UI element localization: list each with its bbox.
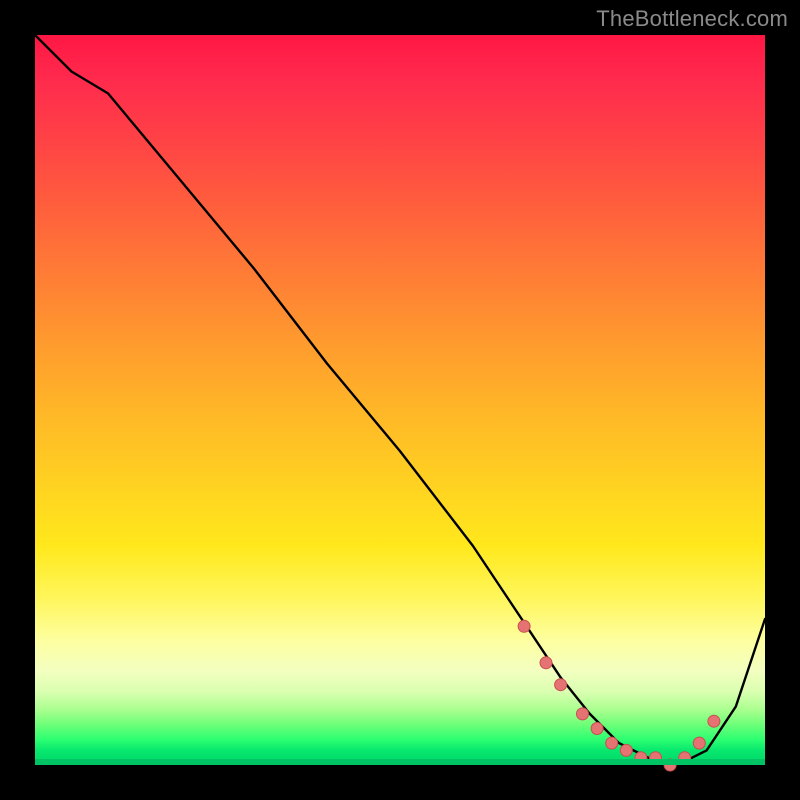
marker-dot: [650, 752, 662, 764]
marker-dot: [635, 752, 647, 764]
marker-dot: [555, 679, 567, 691]
marker-dot: [693, 737, 705, 749]
plot-area: [35, 35, 765, 765]
marker-dot: [518, 620, 530, 632]
marker-dot: [708, 715, 720, 727]
curve-line-group: [35, 35, 765, 765]
marker-dot: [577, 708, 589, 720]
marker-dot: [664, 759, 676, 771]
highlighted-points-group: [518, 620, 720, 771]
chart-frame: TheBottleneck.com: [0, 0, 800, 800]
marker-dot: [591, 723, 603, 735]
chart-svg: [35, 35, 765, 765]
marker-dot: [620, 744, 632, 756]
marker-dot: [679, 752, 691, 764]
bottleneck-curve-line: [35, 35, 765, 765]
marker-dot: [606, 737, 618, 749]
watermark-text: TheBottleneck.com: [596, 6, 788, 32]
marker-dot: [540, 657, 552, 669]
